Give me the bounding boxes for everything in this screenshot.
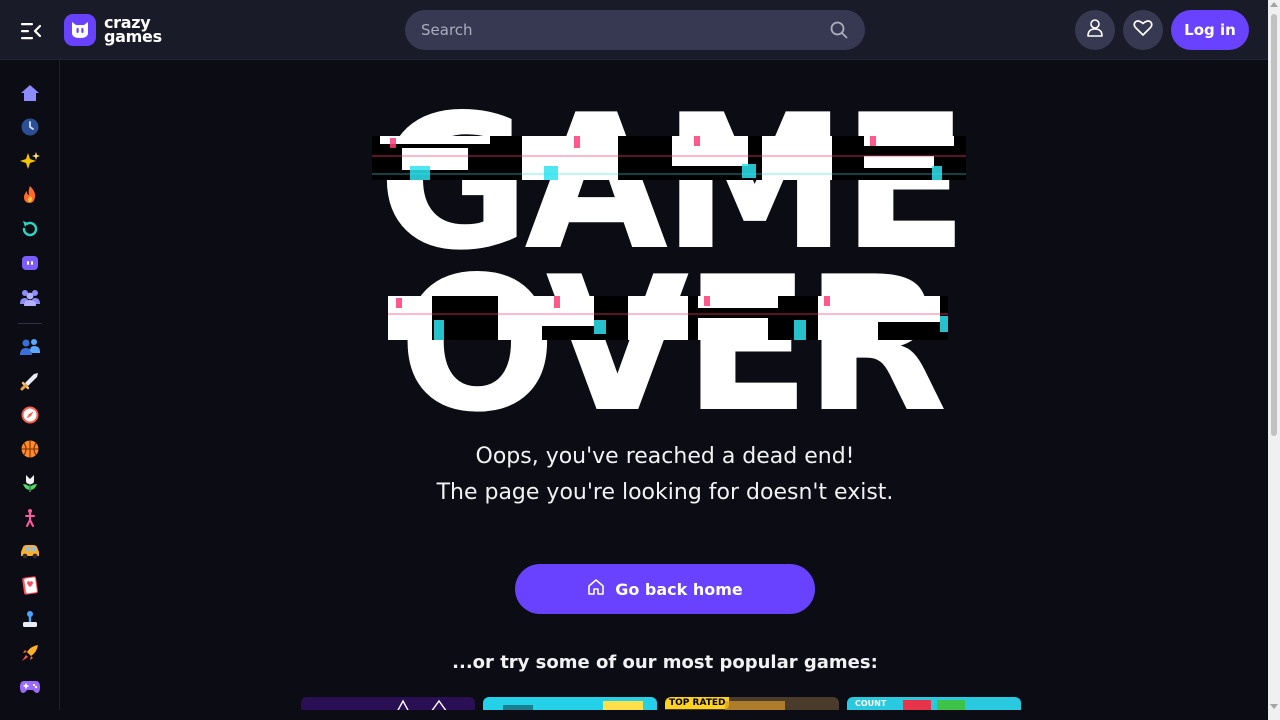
sword-icon — [20, 373, 38, 391]
menu-icon[interactable] — [14, 14, 48, 48]
search-input[interactable] — [421, 21, 829, 39]
favorites-button[interactable] — [1123, 10, 1163, 50]
sidebar-item-originals[interactable] — [15, 248, 45, 278]
scroll-thumb[interactable] — [1271, 14, 1277, 436]
glitch-band-top — [372, 136, 966, 180]
sidebar-item-action[interactable] — [15, 366, 45, 396]
sidebar — [0, 60, 60, 710]
popular-games-title: ...or try some of our most popular games… — [452, 652, 878, 673]
compass-icon — [21, 406, 39, 424]
home-icon — [21, 85, 39, 101]
game-thumb-4[interactable]: COUNT — [847, 697, 1021, 710]
sidebar-item-new[interactable] — [15, 146, 45, 176]
crazygames-logo[interactable]: crazy games — [64, 12, 162, 48]
logo-text-line2: games — [104, 27, 162, 46]
go-back-home-label: Go back home — [615, 579, 743, 599]
group-icon — [20, 290, 40, 306]
game-thumb-3[interactable]: TOP RATED — [665, 697, 839, 710]
sidebar-item-casual[interactable] — [15, 638, 45, 668]
login-button[interactable]: Log in — [1171, 10, 1249, 50]
fire-icon — [24, 186, 36, 203]
top-bar: crazy games Log in — [0, 0, 1268, 60]
error-message-line2: The page you're looking for doesn't exis… — [436, 480, 894, 505]
sidebar-item-car[interactable] — [15, 536, 45, 566]
scroll-down-arrow-icon[interactable] — [1270, 704, 1278, 709]
rocket-icon — [22, 645, 38, 661]
logo-wordmark: crazy games — [104, 15, 162, 46]
scroll-up-arrow-icon[interactable] — [1270, 2, 1278, 7]
sparkles-icon — [20, 152, 40, 169]
game-thumb-2[interactable] — [483, 697, 657, 710]
sidebar-item-home[interactable] — [15, 78, 45, 108]
sidebar-item-recent[interactable] — [15, 112, 45, 142]
game-thumb-1[interactable] — [301, 697, 475, 710]
controller-icon — [20, 681, 40, 693]
go-back-home-button[interactable]: Go back home — [515, 564, 815, 614]
clicker-icon — [23, 611, 37, 627]
vertical-scrollbar[interactable] — [1268, 0, 1280, 720]
glitch-band-bottom — [388, 296, 948, 340]
friends-button[interactable] — [1075, 10, 1115, 50]
sidebar-item-card[interactable] — [15, 570, 45, 600]
flower-icon — [23, 475, 37, 492]
sidebar-item-basketball[interactable] — [15, 434, 45, 464]
friends-icon — [1085, 18, 1105, 42]
heart-icon — [1133, 19, 1153, 41]
page-bottom-edge — [0, 710, 1268, 720]
card-icon — [22, 576, 38, 595]
two-player-icon — [20, 339, 40, 355]
sidebar-item-multiplayer[interactable] — [15, 282, 45, 312]
sidebar-item-trending[interactable] — [15, 180, 45, 210]
bike-icon — [25, 509, 35, 527]
sidebar-item-two-player[interactable] — [15, 332, 45, 362]
sidebar-item-controller[interactable] — [15, 672, 45, 702]
home-icon — [587, 578, 605, 600]
sidebar-divider — [18, 323, 42, 324]
sidebar-item-bike[interactable] — [15, 502, 45, 532]
error-message-line1: Oops, you've reached a dead end! — [475, 444, 855, 469]
refresh-icon — [22, 221, 38, 237]
clock-icon — [21, 118, 39, 136]
sidebar-item-updated[interactable] — [15, 214, 45, 244]
originals-icon — [22, 256, 38, 270]
car-icon — [21, 545, 39, 559]
basketball-icon — [21, 440, 39, 458]
sidebar-item-beauty[interactable] — [15, 468, 45, 498]
logo-mark-icon — [64, 14, 96, 46]
sidebar-item-clicker[interactable] — [15, 604, 45, 634]
game-over-graphic: GAME OVER — [360, 90, 980, 438]
search-icon[interactable] — [829, 20, 849, 40]
sidebar-item-adventure[interactable] — [15, 400, 45, 430]
search-bar[interactable] — [405, 10, 865, 50]
